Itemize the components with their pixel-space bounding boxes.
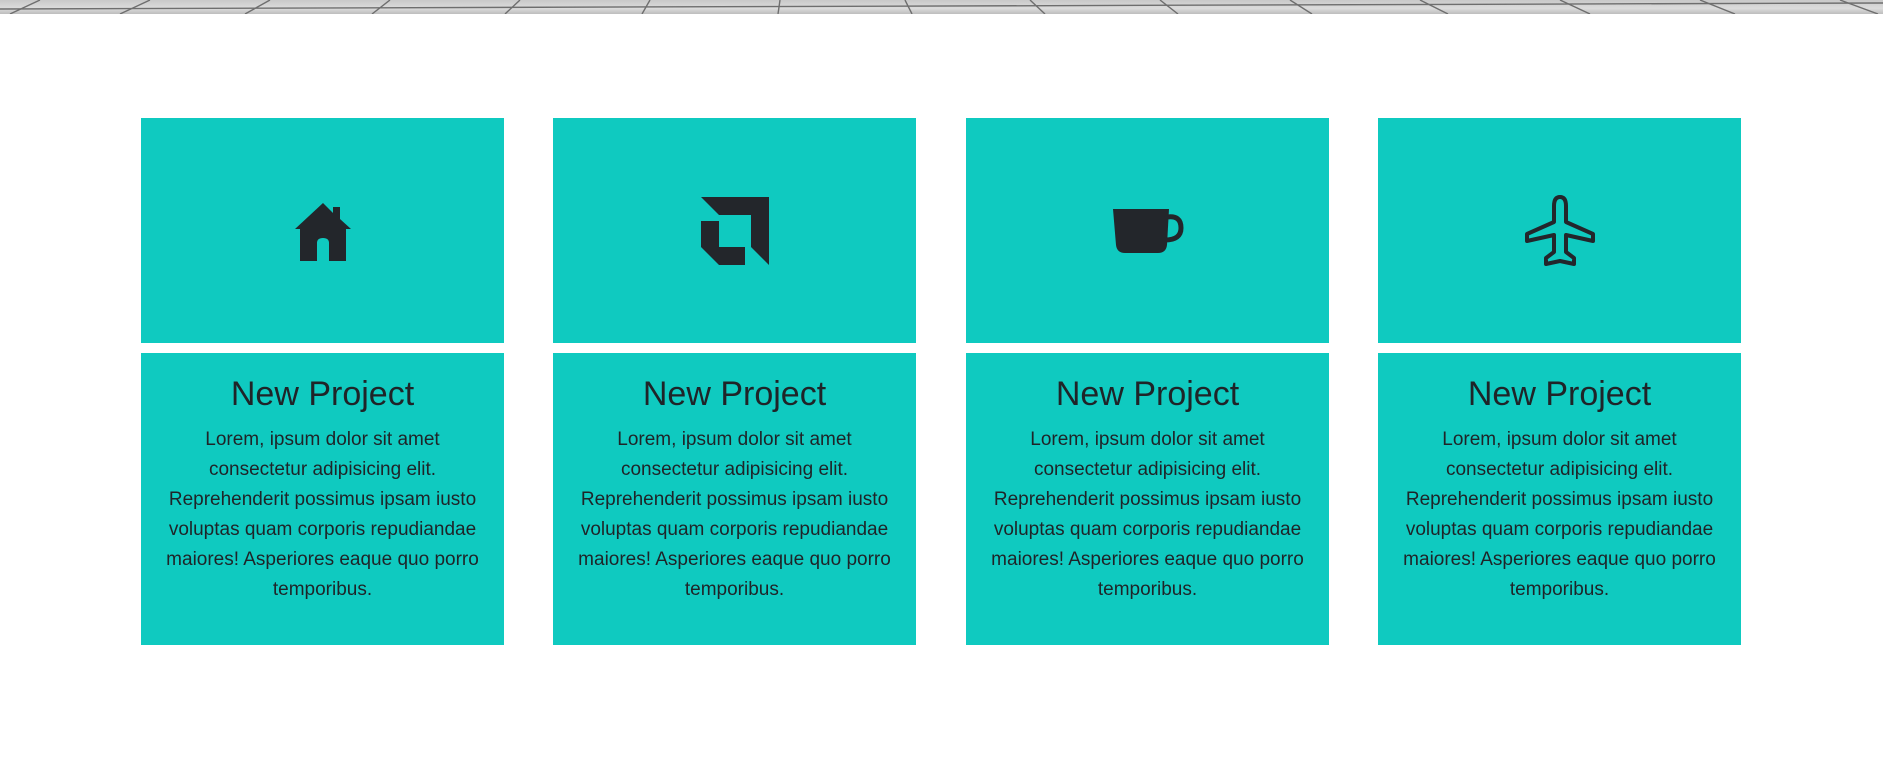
card-icon-panel <box>1378 118 1741 343</box>
card-body: New Project Lorem, ipsum dolor sit amet … <box>553 353 916 645</box>
card-icon-panel <box>966 118 1329 343</box>
card-body: New Project Lorem, ipsum dolor sit amet … <box>1378 353 1741 645</box>
card-description: Lorem, ipsum dolor sit amet consectetur … <box>578 429 891 600</box>
header-background-image <box>0 0 1883 14</box>
card-description: Lorem, ipsum dolor sit amet consectetur … <box>991 429 1304 600</box>
house-icon <box>293 199 353 263</box>
coffee-cup-icon <box>1111 207 1185 255</box>
card-icon-panel <box>141 118 504 343</box>
card-icon-panel <box>553 118 916 343</box>
card-description: Lorem, ipsum dolor sit amet consectetur … <box>1403 429 1716 600</box>
card-title: New Project <box>1467 375 1652 413</box>
amd-logo-icon <box>699 195 771 267</box>
card-title: New Project <box>230 375 415 413</box>
card-body: New Project Lorem, ipsum dolor sit amet … <box>141 353 504 645</box>
airplane-icon <box>1523 194 1597 268</box>
card-body: New Project Lorem, ipsum dolor sit amet … <box>966 353 1329 645</box>
card-title: New Project <box>642 375 827 413</box>
card-title: New Project <box>1055 375 1240 413</box>
card-description: Lorem, ipsum dolor sit amet consectetur … <box>166 429 479 600</box>
